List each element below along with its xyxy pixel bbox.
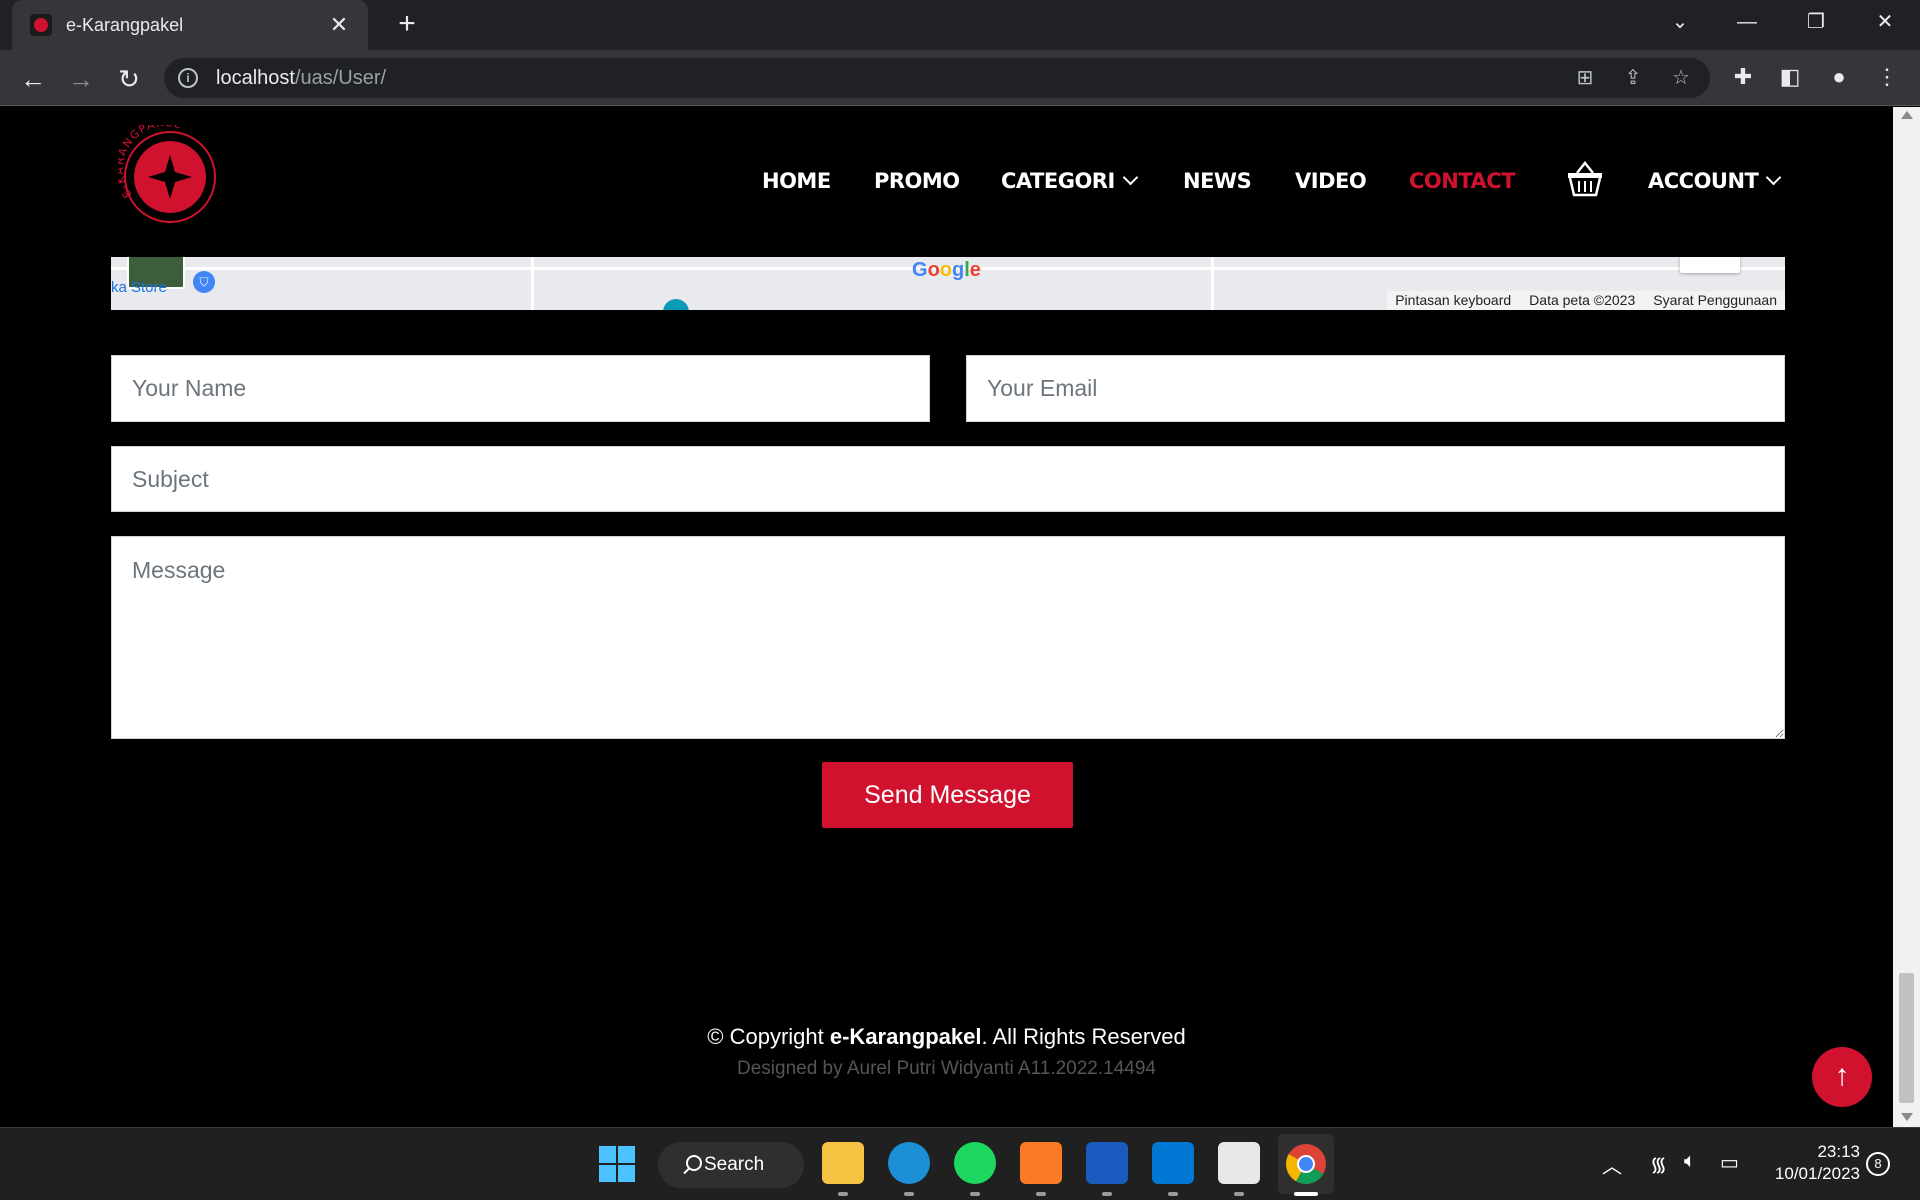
tab-search-icon[interactable]: ⌄: [1650, 0, 1710, 44]
battery-icon[interactable]: ▭: [1720, 1150, 1739, 1175]
message-field[interactable]: [111, 536, 1785, 739]
map-marker[interactable]: [663, 299, 689, 310]
vscode-icon[interactable]: [1152, 1142, 1194, 1184]
volume-icon[interactable]: 🔈︎: [1684, 1150, 1696, 1173]
xampp-icon[interactable]: [1020, 1142, 1062, 1184]
url-path: /uas/User/: [294, 66, 387, 89]
running-indicator: [1102, 1192, 1112, 1196]
keyboard-shortcuts-link[interactable]: Pintasan keyboard: [1395, 291, 1511, 310]
chevron-down-icon: [1122, 169, 1139, 186]
map-road: [531, 257, 534, 310]
address-bar-row: ← → ↻ i localhost/uas/User/ ⊞ ⇪ ☆ ✚ ◧ ● …: [0, 50, 1920, 106]
browser-tab[interactable]: e-Karangpakel ✕: [12, 0, 368, 50]
back-to-top-button[interactable]: ↑: [1812, 1047, 1872, 1107]
cart-basket-icon[interactable]: [1566, 161, 1604, 197]
taskbar-search[interactable]: Search: [658, 1142, 804, 1188]
chrome-icon[interactable]: [1285, 1143, 1327, 1185]
name-field[interactable]: [111, 355, 930, 422]
close-window-icon[interactable]: ✕: [1855, 0, 1915, 44]
wifi-icon[interactable]: ᯾: [1650, 1150, 1667, 1177]
share-icon[interactable]: ⇪: [1619, 64, 1647, 92]
page-scrollbar[interactable]: [1893, 107, 1920, 1127]
map-road: [1211, 257, 1214, 310]
extensions-icon[interactable]: ✚: [1728, 62, 1758, 92]
url-field[interactable]: i localhost/uas/User/ ⊞ ⇪ ☆: [164, 58, 1710, 98]
scroll-up-arrow-icon[interactable]: [1901, 111, 1913, 119]
search-icon: [686, 1155, 702, 1171]
clock-date: 10/01/2023: [1774, 1164, 1860, 1183]
restore-icon[interactable]: ❐: [1786, 0, 1846, 44]
system-clock[interactable]: 23:13 10/01/2023: [1760, 1141, 1860, 1185]
clock-time: 23:13: [1817, 1142, 1860, 1161]
notification-badge[interactable]: 8: [1866, 1152, 1890, 1176]
new-tab-icon[interactable]: +: [390, 8, 424, 42]
nav-home[interactable]: HOME: [762, 169, 831, 193]
bookmark-star-icon[interactable]: ☆: [1667, 64, 1695, 92]
translate-icon[interactable]: ⊞: [1571, 64, 1599, 92]
word-icon[interactable]: [1086, 1142, 1128, 1184]
map-attribution: Pintasan keyboard Data peta ©2023 Syarat…: [1387, 291, 1785, 310]
url-host: localhost: [216, 66, 295, 89]
terms-link[interactable]: Syarat Penggunaan: [1653, 291, 1777, 310]
running-indicator: [838, 1192, 848, 1196]
copyright-text: © Copyright e-Karangpakel. All Rights Re…: [0, 1024, 1893, 1050]
scroll-thumb[interactable]: [1899, 973, 1914, 1103]
running-indicator: [1234, 1192, 1244, 1196]
close-tab-icon[interactable]: ✕: [328, 12, 350, 38]
nav-contact[interactable]: CONTACT: [1409, 169, 1516, 193]
spotify-icon[interactable]: [954, 1142, 996, 1184]
side-panel-icon[interactable]: ◧: [1775, 62, 1805, 92]
running-indicator: [970, 1192, 980, 1196]
windows-taskbar: Search ︿ ᯾ 🔈︎ ▭ 23:13 10/01/2023 8: [0, 1127, 1920, 1200]
chevron-down-icon: [1766, 169, 1782, 186]
nav-video[interactable]: VIDEO: [1295, 169, 1367, 193]
web-page: E-KARANGPAKEL HOME PROMO CATEGORI NEWS V…: [0, 107, 1893, 1127]
snipping-tool-icon[interactable]: [1218, 1142, 1260, 1184]
google-map[interactable]: ka Store ⛉ Google Pintasan keyboard Data…: [111, 257, 1785, 310]
nav-account-label: ACCOUNT: [1648, 169, 1759, 193]
map-control-button[interactable]: [1680, 257, 1740, 273]
map-store-label: ka Store: [111, 279, 167, 296]
running-indicator: [904, 1192, 914, 1196]
subject-field[interactable]: [111, 446, 1785, 512]
back-icon[interactable]: ←: [16, 62, 50, 96]
site-info-icon[interactable]: i: [178, 68, 198, 88]
scroll-down-arrow-icon[interactable]: [1901, 1113, 1913, 1121]
minimize-icon[interactable]: —: [1717, 0, 1777, 44]
browser-tab-bar: e-Karangpakel ✕ + ⌄ — ❐ ✕: [0, 0, 1920, 50]
site-logo[interactable]: E-KARANGPAKEL: [118, 125, 222, 229]
email-field[interactable]: [966, 355, 1785, 422]
nav-account[interactable]: ACCOUNT: [1648, 169, 1782, 193]
reload-icon[interactable]: ↻: [112, 62, 146, 96]
forward-icon[interactable]: →: [64, 62, 98, 96]
google-logo: Google: [912, 259, 981, 281]
windows-start-icon[interactable]: [598, 1145, 636, 1183]
running-indicator: [1036, 1192, 1046, 1196]
send-message-button[interactable]: Send Message: [822, 762, 1073, 828]
nav-categori-label: CATEGORI: [1001, 169, 1115, 193]
shopping-bag-icon[interactable]: ⛉: [193, 271, 215, 293]
menu-icon[interactable]: ⋮: [1872, 62, 1902, 92]
site-favicon-icon: [30, 14, 52, 36]
copyright-brand: e-Karangpakel: [829, 1024, 982, 1049]
nav-news[interactable]: NEWS: [1183, 169, 1252, 193]
nav-categori[interactable]: CATEGORI: [1001, 169, 1139, 193]
running-indicator: [1168, 1192, 1178, 1196]
copyright-prefix: © Copyright: [707, 1024, 830, 1049]
show-hidden-icons-icon[interactable]: ︿: [1602, 1150, 1622, 1179]
edge-browser-icon[interactable]: [888, 1142, 930, 1184]
active-indicator: [1294, 1192, 1318, 1196]
nav-promo[interactable]: PROMO: [874, 169, 960, 193]
file-explorer-icon[interactable]: [822, 1142, 864, 1184]
designed-by-text: Designed by Aurel Putri Widyanti A11.202…: [737, 1058, 1156, 1079]
map-data-label: Data peta ©2023: [1529, 292, 1636, 308]
copyright-suffix: . All Rights Reserved: [981, 1024, 1186, 1049]
profile-icon[interactable]: ●: [1824, 62, 1854, 92]
tab-title: e-Karangpakel: [66, 14, 184, 35]
